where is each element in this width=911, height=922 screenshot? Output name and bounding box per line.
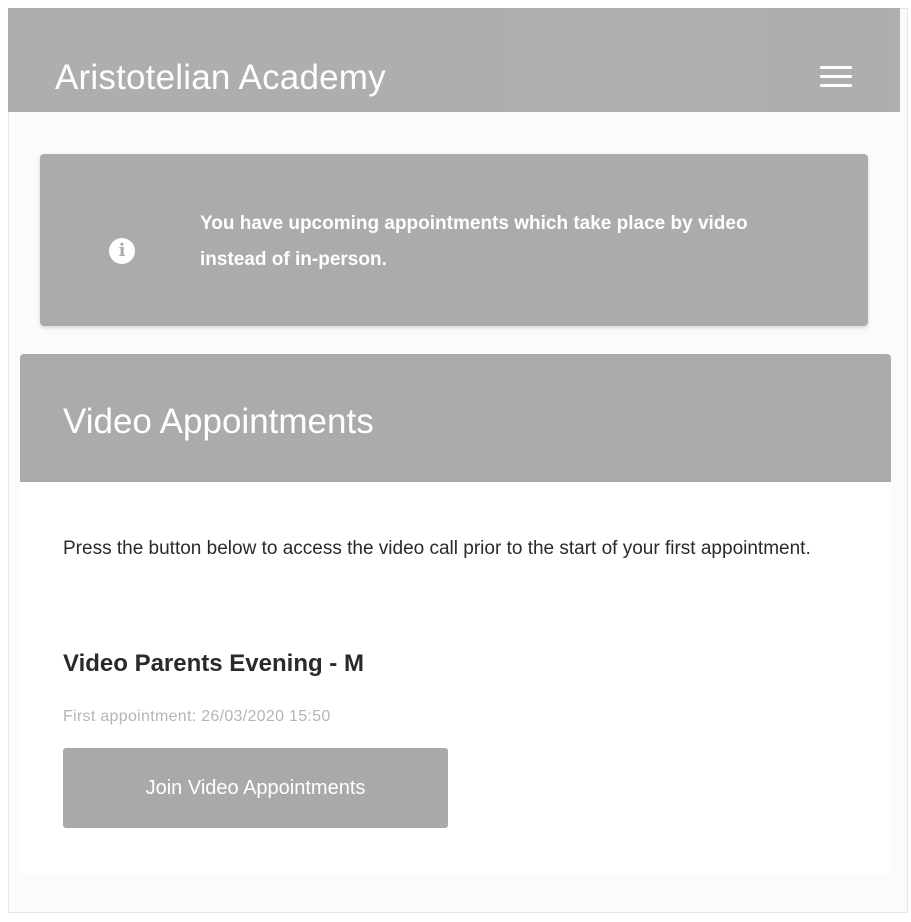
card-intro-text: Press the button below to access the vid… — [63, 538, 811, 559]
join-video-appointments-button[interactable]: Join Video Appointments — [63, 748, 448, 828]
info-icon: i — [109, 238, 135, 264]
event-name: Video Parents Evening - M — [63, 650, 364, 677]
info-alert: i You have upcoming appointments which t… — [40, 154, 868, 326]
menu-bar — [820, 84, 852, 87]
hamburger-menu-icon[interactable] — [820, 66, 852, 90]
top-navbar: Aristotelian Academy — [8, 8, 900, 112]
app-title: Aristotelian Academy — [55, 58, 386, 97]
video-appointments-card: Video Appointments Press the button belo… — [20, 354, 891, 874]
menu-bar — [820, 75, 852, 78]
menu-bar — [820, 66, 852, 69]
first-appointment-text: First appointment: 26/03/2020 15:50 — [63, 708, 331, 725]
alert-message: You have upcoming appointments which tak… — [200, 213, 748, 270]
card-title: Video Appointments — [63, 402, 374, 441]
card-header: Video Appointments — [20, 354, 891, 482]
